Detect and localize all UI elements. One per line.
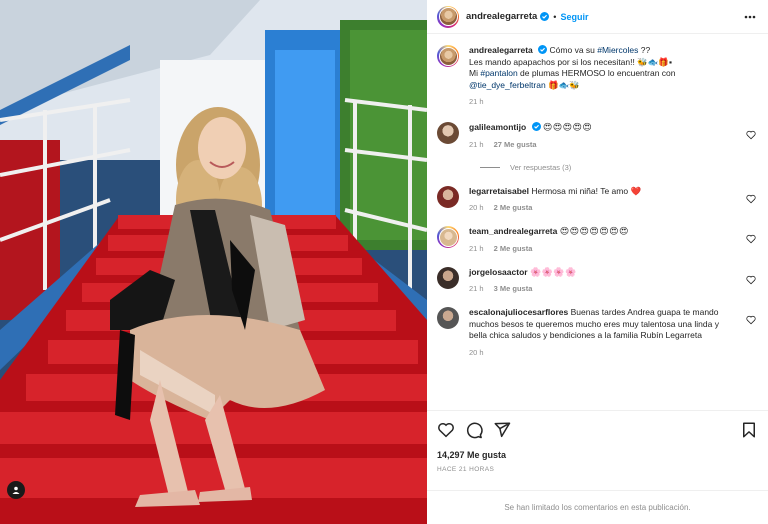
caption-line3-start: Mi: [469, 68, 481, 78]
post-header: andrealegarreta • Seguir: [427, 0, 768, 34]
comment-meta: 20 h 2 Me gusta: [469, 203, 738, 212]
comment-username[interactable]: escalonajuliocesarflores: [469, 307, 568, 317]
comment-text: escalonajuliocesarflores Buenas tardes A…: [469, 307, 738, 342]
verified-icon: [531, 122, 541, 131]
comment-item: escalonajuliocesarflores Buenas tardes A…: [437, 307, 758, 357]
comment-body: 😍😍😍😍😍😍😍: [559, 226, 629, 236]
verified-icon: [540, 12, 550, 21]
mention-tie-dye[interactable]: @tie_dye_ferbeltran: [469, 80, 546, 90]
instagram-post-window: andrealegarreta • Seguir andrealegarreta…: [0, 0, 768, 524]
comment-likes[interactable]: 3 Me gusta: [494, 284, 533, 293]
post-actions: [427, 410, 768, 448]
verified-icon: [538, 45, 548, 54]
comment-item: legarretaisabel Hermosa mi niña! Te amo …: [437, 185, 758, 212]
commenter-avatar[interactable]: [437, 266, 459, 289]
comment-meta: 21 h 27 Me gusta: [469, 140, 738, 149]
commenter-avatar[interactable]: [437, 226, 459, 248]
save-icon[interactable]: [740, 421, 758, 439]
hashtag-miercoles[interactable]: #Miercoles: [597, 45, 638, 55]
post-photo[interactable]: [0, 0, 427, 524]
comment-text: galileamontijo 😍😍😍😍😍: [469, 122, 738, 134]
caption-line3-end: de plumas HERMOSO lo encuentran con: [517, 68, 676, 78]
comment-text: team_andrealegarreta 😍😍😍😍😍😍😍: [469, 226, 738, 238]
caption-line2: Les mando apapachos por si los necesitan…: [469, 56, 638, 67]
comment-time[interactable]: 21 h: [469, 284, 484, 293]
caption-text: andrealegarreta Cómo va su #Miercoles ??…: [469, 45, 738, 91]
caption: andrealegarreta Cómo va su #Miercoles ??…: [437, 45, 758, 106]
user-tag-icon: [12, 486, 20, 494]
post-detail-panel: andrealegarreta • Seguir andrealegarreta…: [427, 0, 768, 524]
commenter-avatar[interactable]: [437, 185, 459, 208]
caption-meta: 21 h: [469, 97, 738, 106]
comment-username[interactable]: jorgelosaactor: [469, 267, 528, 277]
comment-text: jorgelosaactor 🌸🌸🌸🌸: [469, 267, 738, 279]
comment-time[interactable]: 21 h: [469, 140, 484, 149]
replies-line: [480, 166, 500, 168]
comment-time[interactable]: 21 h: [469, 244, 484, 253]
comment-item: jorgelosaactor 🌸🌸🌸🌸 21 h 3 Me gusta: [437, 266, 758, 293]
likes-count[interactable]: 14,297 Me gusta: [437, 450, 506, 460]
comment-time[interactable]: 20 h: [469, 203, 484, 212]
header-separator: •: [553, 11, 557, 22]
comment-username[interactable]: legarretaisabel: [469, 186, 529, 196]
view-replies-button[interactable]: Ver respuestas (3): [480, 163, 758, 172]
more-options-icon: [744, 15, 756, 18]
comment-body: 😍😍😍😍😍: [542, 122, 593, 132]
heart-icon[interactable]: [437, 421, 455, 439]
comment-likes[interactable]: 2 Me gusta: [494, 244, 533, 253]
comment-heart-icon[interactable]: [746, 194, 756, 204]
caption-emoji-2: 🎁🐟🐝: [545, 79, 580, 90]
hashtag-pantalon[interactable]: #pantalon: [480, 68, 517, 78]
view-replies-label: Ver respuestas (3): [510, 162, 572, 172]
comment-time[interactable]: 20 h: [469, 348, 484, 357]
comment-likes[interactable]: 2 Me gusta: [494, 203, 533, 212]
comment-heart-icon[interactable]: [746, 275, 756, 285]
comment-heart-icon[interactable]: [746, 315, 756, 325]
comment-meta: 20 h: [469, 348, 738, 357]
author-username[interactable]: andrealegarreta: [466, 11, 537, 22]
comment-meta: 21 h 3 Me gusta: [469, 284, 738, 293]
comment-likes[interactable]: 27 Me gusta: [494, 140, 537, 149]
photo-illustration: [0, 0, 427, 524]
share-icon[interactable]: [493, 421, 511, 439]
post-time-ago[interactable]: HACE 21 HORAS: [437, 466, 494, 473]
comments-limited-notice: Se han limitado los comentarios en esta …: [427, 490, 768, 524]
comment-username[interactable]: galileamontijo: [469, 122, 526, 132]
comment-username[interactable]: team_andrealegarreta: [469, 226, 557, 236]
comment-body: Hermosa mi niña! Te amo ❤️: [531, 185, 642, 196]
author-avatar[interactable]: [437, 5, 459, 28]
caption-line1-end: ??: [638, 45, 651, 55]
caption-emoji-1: 🐝🐟🎁▪: [637, 56, 672, 67]
commenter-avatar[interactable]: [437, 122, 459, 144]
user-tag-button[interactable]: [7, 481, 25, 499]
more-options-button[interactable]: [742, 9, 758, 25]
comment-item: team_andrealegarreta 😍😍😍😍😍😍😍 21 h 2 Me g…: [437, 226, 758, 253]
comment-icon[interactable]: [465, 421, 483, 439]
comments-list[interactable]: andrealegarreta Cómo va su #Miercoles ??…: [427, 35, 768, 410]
comment-text: legarretaisabel Hermosa mi niña! Te amo …: [469, 186, 738, 198]
follow-button[interactable]: Seguir: [560, 12, 588, 22]
caption-username[interactable]: andrealegarreta: [469, 45, 533, 55]
comment-item: galileamontijo 😍😍😍😍😍 21 h 27 Me gusta: [437, 122, 758, 149]
comment-heart-icon[interactable]: [746, 130, 756, 140]
caption-line1: Cómo va su: [547, 45, 598, 55]
caption-avatar[interactable]: [437, 45, 459, 67]
comment-heart-icon[interactable]: [746, 234, 756, 244]
commenter-avatar[interactable]: [437, 307, 459, 329]
comment-body: 🌸🌸🌸🌸: [529, 266, 577, 277]
caption-time[interactable]: 21 h: [469, 97, 484, 106]
comment-meta: 21 h 2 Me gusta: [469, 244, 738, 253]
